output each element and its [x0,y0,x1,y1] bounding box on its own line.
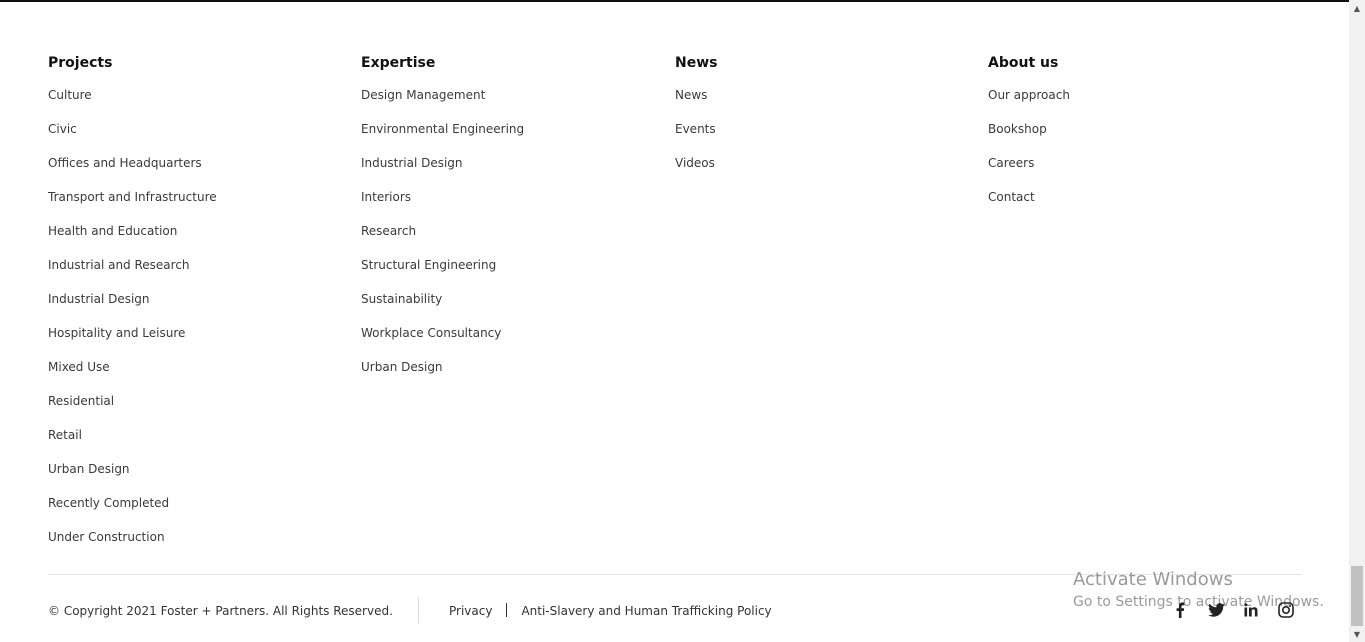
instagram-icon[interactable] [1277,601,1295,619]
scrollbar-thumb[interactable] [1351,566,1363,626]
watermark-title: Activate Windows [1073,569,1233,590]
footer-link[interactable]: Videos [675,156,715,170]
linkedin-icon[interactable] [1242,601,1260,619]
footer-link[interactable]: Industrial Design [361,156,463,170]
footer-link[interactable]: Careers [988,156,1034,170]
footer-link[interactable]: Environmental Engineering [361,122,524,136]
footer-link[interactable]: News [675,88,707,102]
link-list: Our approach Bookshop Careers Contact [988,87,1070,223]
footer-link[interactable]: Bookshop [988,122,1047,136]
footer-link[interactable]: Health and Education [48,224,177,238]
footer-link[interactable]: Recently Completed [48,496,169,510]
footer-link[interactable]: Offices and Headquarters [48,156,202,170]
footer-column-news: News News Events Videos [675,53,717,189]
footer-link[interactable]: Culture [48,88,92,102]
copyright-text: © Copyright 2021 Foster + Partners. All … [48,604,393,618]
footer-link[interactable]: Retail [48,428,82,442]
column-heading: Projects [48,55,113,71]
footer-divider [48,574,1302,575]
footer-column-expertise: Expertise Design Management Environmenta… [361,53,524,393]
footer-column-about: About us Our approach Bookshop Careers C… [988,53,1070,223]
footer-link[interactable]: Residential [48,394,114,408]
legal-links: Privacy Anti-Slavery and Human Traffickin… [449,603,772,619]
footer-link[interactable]: Contact [988,190,1035,204]
anti-slavery-policy-link[interactable]: Anti-Slavery and Human Trafficking Polic… [521,604,771,618]
footer-link[interactable]: Under Construction [48,530,165,544]
vertical-scrollbar[interactable]: ▲ ▼ [1349,0,1365,642]
footer-link[interactable]: Structural Engineering [361,258,496,272]
column-heading: Expertise [361,55,436,71]
footer-link[interactable]: Design Management [361,88,485,102]
scroll-down-arrow-icon[interactable]: ▼ [1349,626,1365,642]
footer-link[interactable]: Mixed Use [48,360,110,374]
footer-link[interactable]: Our approach [988,88,1070,102]
footer-link[interactable]: Workplace Consultancy [361,326,501,340]
twitter-icon[interactable] [1207,601,1225,619]
footer-link[interactable]: Industrial Design [48,292,150,306]
link-list: Culture Civic Offices and Headquarters T… [48,87,217,563]
privacy-link[interactable]: Privacy [449,604,492,618]
footer-link[interactable]: Sustainability [361,292,442,306]
footer-link[interactable]: Transport and Infrastructure [48,190,217,204]
footer-link[interactable]: Urban Design [48,462,130,476]
footer-link[interactable]: Events [675,122,716,136]
link-list: News Events Videos [675,87,717,189]
vertical-separator [418,597,419,623]
facebook-icon[interactable] [1171,601,1189,619]
footer-link[interactable]: Hospitality and Leisure [48,326,185,340]
footer-link[interactable]: Industrial and Research [48,258,190,272]
scroll-up-arrow-icon[interactable]: ▲ [1349,0,1365,16]
footer-link[interactable]: Civic [48,122,77,136]
column-heading: About us [988,55,1059,71]
footer-link[interactable]: Research [361,224,416,238]
column-heading: News [675,55,718,71]
top-border [0,0,1349,2]
link-separator [506,603,508,617]
link-list: Design Management Environmental Engineer… [361,87,524,393]
footer-column-projects: Projects Culture Civic Offices and Headq… [48,53,217,563]
footer-link[interactable]: Urban Design [361,360,443,374]
footer-link[interactable]: Interiors [361,190,411,204]
